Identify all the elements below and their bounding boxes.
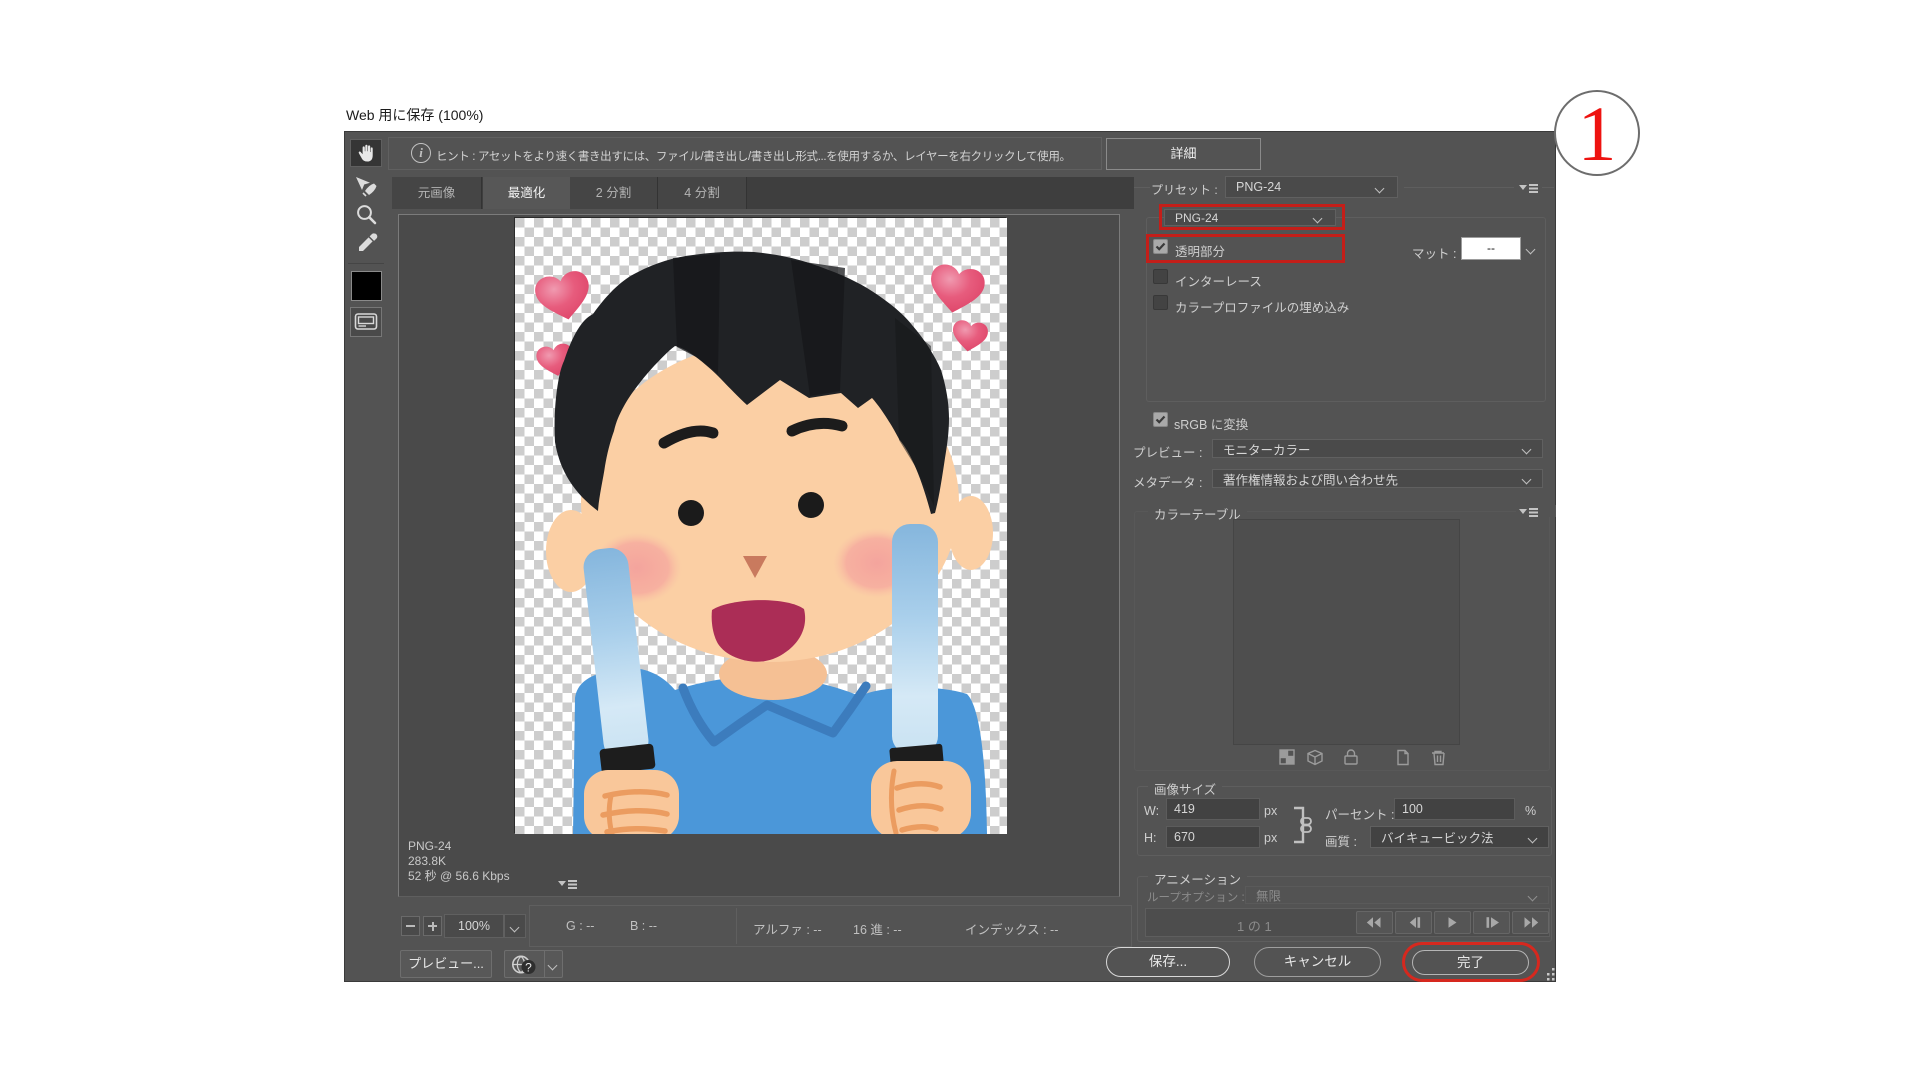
svg-text:?: ? (525, 960, 532, 974)
